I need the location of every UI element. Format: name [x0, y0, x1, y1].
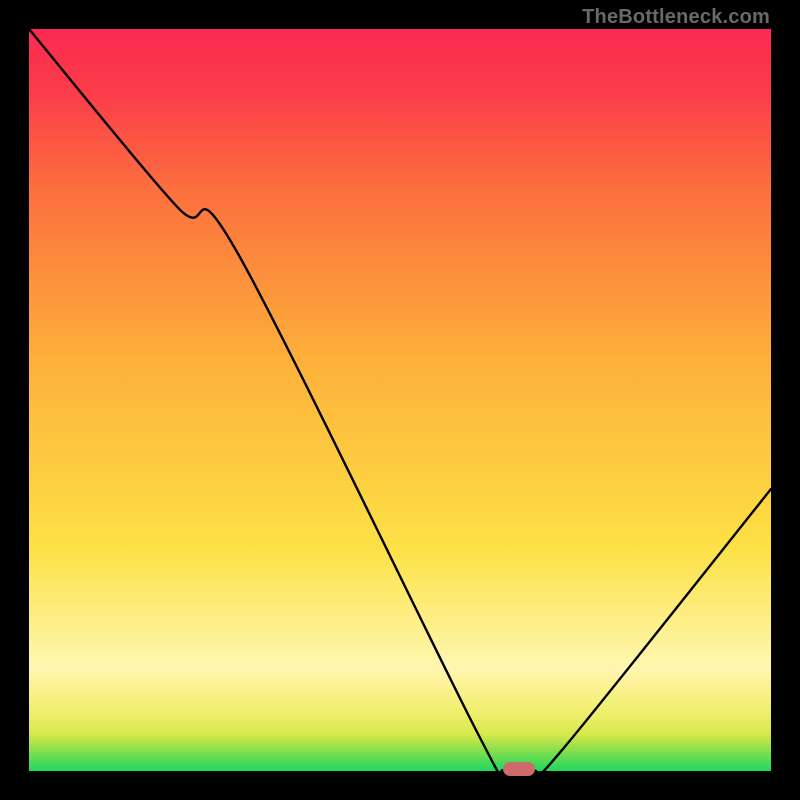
bottleneck-curve	[29, 29, 771, 771]
watermark-text: TheBottleneck.com	[582, 6, 770, 29]
chart-frame: TheBottleneck.com	[0, 0, 800, 800]
plot-area	[29, 29, 771, 771]
optimal-marker	[503, 762, 535, 776]
